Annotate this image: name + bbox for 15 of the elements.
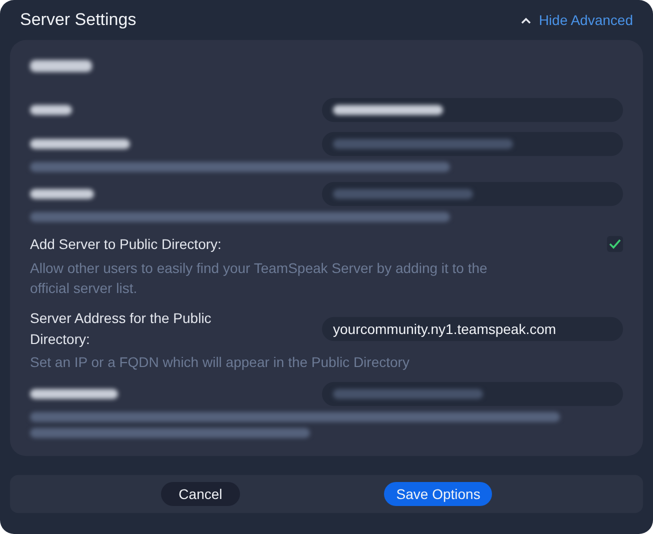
- chevron-up-icon: [520, 16, 531, 24]
- hide-advanced-link[interactable]: Hide Advanced: [520, 10, 633, 30]
- text-field[interactable]: yourcommunity.ny1.teamspeak.com: [322, 317, 623, 341]
- checkbox[interactable]: [607, 236, 623, 252]
- setting-description: Set an IP or a FQDN which will appear in the Public Directory: [30, 353, 410, 372]
- text-field[interactable]: [322, 382, 623, 406]
- text-field[interactable]: [322, 182, 623, 206]
- text-field[interactable]: [322, 132, 623, 156]
- cancel-button[interactable]: Cancel: [160, 482, 240, 506]
- window-title: Server Settings: [20, 9, 136, 32]
- text-field[interactable]: [322, 98, 623, 122]
- setting-label: Server Address for the Public Directory:: [30, 309, 212, 349]
- setting-label: Add Server to Public Directory:: [30, 234, 222, 254]
- save-button[interactable]: Save Options: [384, 482, 492, 506]
- setting-description: Allow other users to easily find your TeamSpeak Server by adding it to the official server list.: [30, 259, 488, 298]
